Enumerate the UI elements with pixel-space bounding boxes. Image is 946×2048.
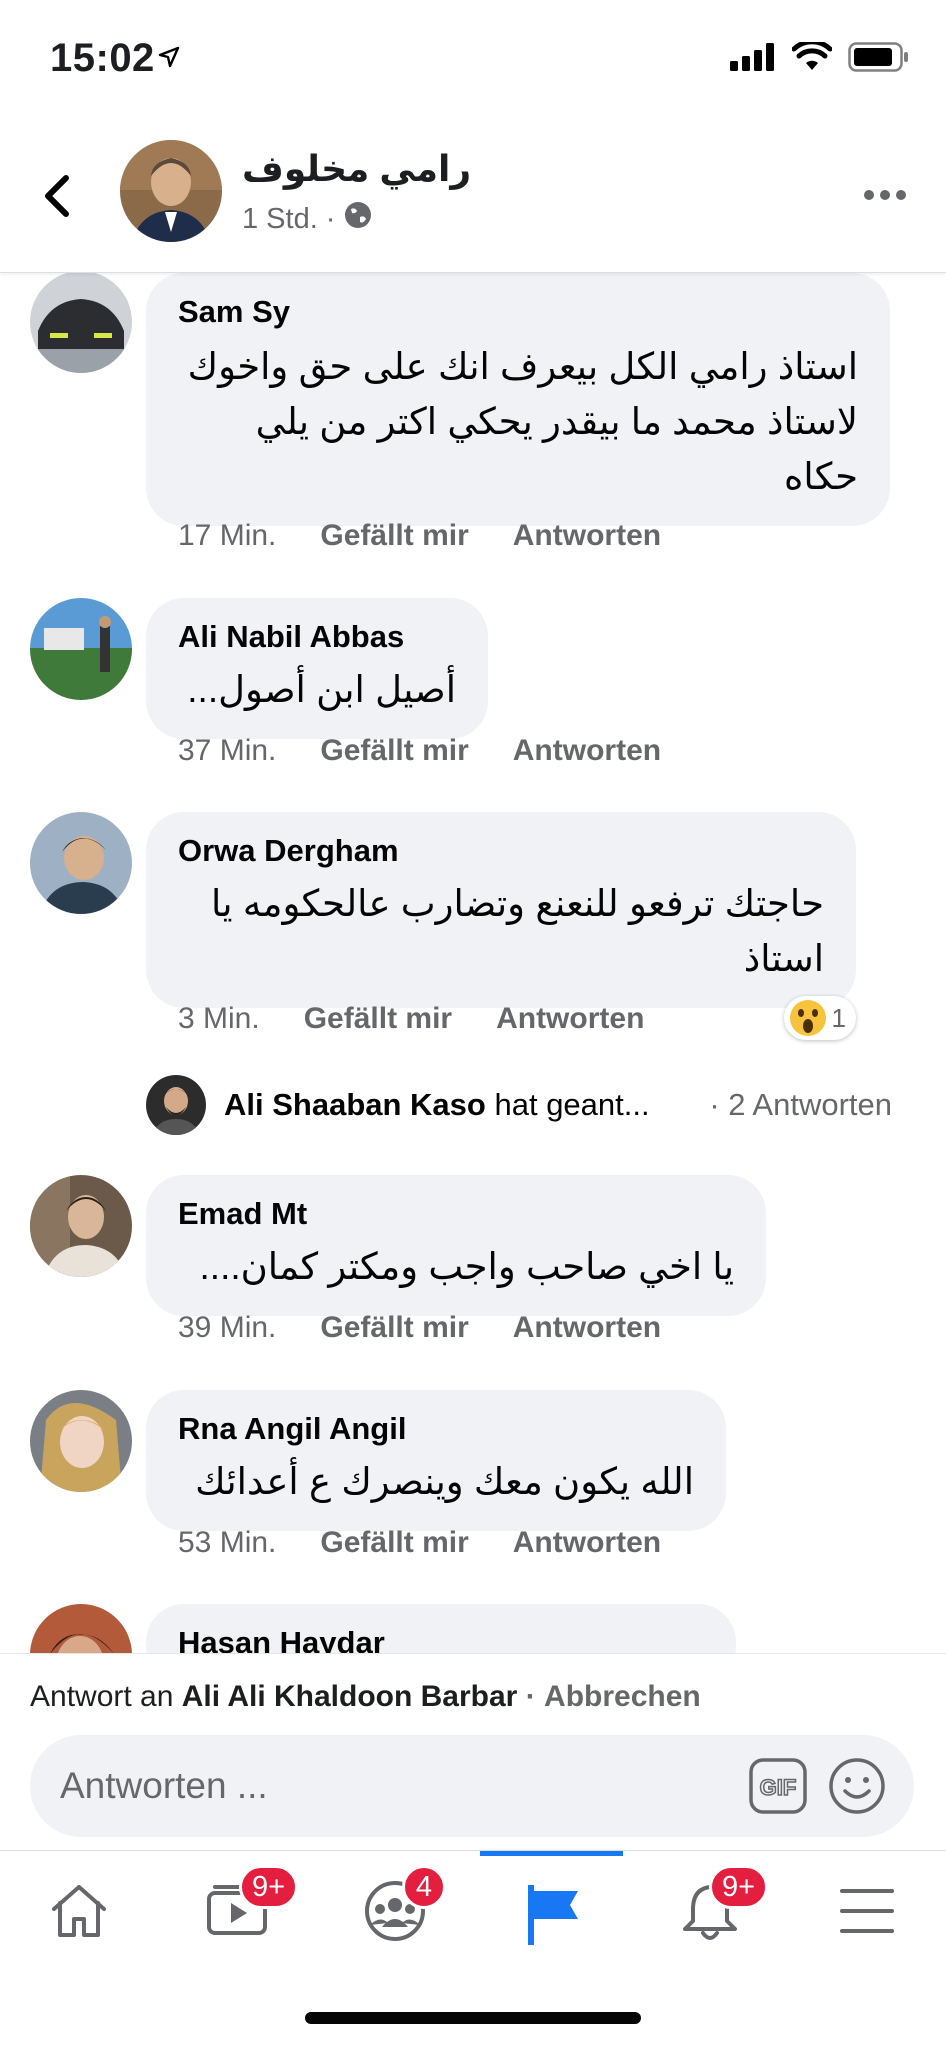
notifications-badge: 9+ [709,1865,769,1909]
home-icon [52,1885,106,1937]
comment-author[interactable]: Sam Sy [178,293,858,331]
post-header: رامي مخلوف 1 Std. · [0,118,946,273]
status-time: 15:02 [50,36,155,80]
reply-summary-text: Ali Shaaban Kaso hat geant... [224,1087,650,1123]
comment-text: يا اخي صاحب واجب ومكتر كمان.... [199,1246,734,1287]
comment-author[interactable]: Hasan Haydar [178,1624,704,1653]
comment-avatar[interactable] [30,273,132,373]
like-button[interactable]: Gefällt mir [320,1526,468,1560]
smiley-icon [829,1758,885,1814]
comment-time: 53 Min. [178,1526,277,1559]
comment-avatar[interactable] [30,812,132,914]
comment-text: الله يكون معك وينصرك ع أعدائك [195,1461,694,1502]
comment-bubble[interactable]: Rna Angil Angil الله يكون معك وينصرك ع أ… [146,1390,726,1531]
location-arrow-icon [158,46,180,73]
reply-author[interactable]: Ali Shaaban Kaso [224,1087,486,1122]
like-button[interactable]: Gefällt mir [320,734,468,768]
comment-text: أصيل ابن أصول... [187,669,456,710]
tab-groups[interactable]: 4 [314,1851,471,1971]
more-dots-icon [864,190,906,200]
comment-actions: 53 Min. Gefällt mir Antworten [178,1526,661,1560]
comment-bubble[interactable]: Hasan Haydar [146,1604,736,1653]
reply-to-prefix: Antwort an [30,1680,174,1713]
reply-button[interactable]: Antworten [513,734,661,768]
post-meta: 1 Std. · [242,200,373,238]
tab-watch[interactable]: 9+ [157,1851,314,1971]
like-button[interactable]: Gefällt mir [320,519,468,553]
tab-notifications[interactable]: 9+ [631,1851,788,1971]
comment-text: حاجتك ترفعو للنعنع وتضارب عالحكومه يا اس… [210,883,824,979]
tab-home[interactable] [0,1851,157,1971]
groups-badge: 4 [402,1865,446,1909]
comment-time: 3 Min. [178,1002,260,1035]
battery-icon [848,42,910,77]
reply-action-text: hat geant... [494,1087,650,1122]
signal-icon [730,43,776,76]
comment-actions: 17 Min. Gefällt mir Antworten [178,519,661,553]
reply-to-bar: Antwort an Ali Ali Khaldoon Barbar · Abb… [0,1653,946,1731]
comment-actions: 39 Min. Gefällt mir Antworten [178,1311,661,1345]
like-button[interactable]: Gefällt mir [320,1311,468,1345]
more-options-button[interactable] [862,180,908,210]
reply-avatar[interactable] [146,1075,206,1135]
comment-bubble[interactable]: Orwa Dergham حاجتك ترفعو للنعنع وتضارب ع… [146,812,856,1008]
comment-bubble[interactable]: Ali Nabil Abbas أصيل ابن أصول... [146,598,488,739]
comment-author[interactable]: Orwa Dergham [178,832,824,870]
status-bar: 15:02 [0,0,946,118]
gif-icon: GIF [749,1758,807,1814]
reply-to-name: Ali Ali Khaldoon Barbar [181,1680,518,1713]
comment-bubble[interactable]: Emad Mt يا اخي صاحب واجب ومكتر كمان.... [146,1175,766,1316]
reply-count[interactable]: · 2 Antworten [709,1087,892,1123]
gif-button[interactable]: GIF [748,1757,808,1815]
reply-button[interactable]: Antworten [513,1311,661,1345]
gif-label: GIF [760,1775,797,1800]
comment-time: 17 Min. [178,519,277,552]
comment-text: استاذ رامي الكل بيعرف انك على حق واخوك ل… [187,346,858,497]
emoji-button[interactable] [828,1757,886,1815]
like-button[interactable]: Gefällt mir [304,1002,452,1036]
reply-input[interactable]: Antworten ... [60,1765,268,1807]
chevron-left-icon [45,175,69,217]
comment-time: 37 Min. [178,734,277,767]
cancel-reply-button[interactable]: Abbrechen [544,1680,701,1713]
reaction-count: 1 [831,1002,846,1033]
reaction-badge[interactable]: 1 [783,996,856,1040]
author-avatar[interactable] [120,140,222,242]
reply-button[interactable]: Antworten [513,519,661,553]
wifi-icon [791,39,833,77]
comment-avatar[interactable] [30,1175,132,1277]
globe-icon [343,200,373,238]
reply-button[interactable]: Antworten [496,1002,644,1036]
watch-badge: 9+ [239,1865,299,1909]
reply-composer[interactable]: Antworten ... GIF [30,1735,914,1837]
comment-author[interactable]: Emad Mt [178,1195,734,1233]
tab-menu[interactable] [788,1851,945,1971]
back-button[interactable] [38,166,78,226]
meta-separator: · [325,202,336,235]
post-author-name[interactable]: رامي مخلوف [242,148,471,190]
wow-reaction-icon [789,1000,826,1036]
post-time: 1 Std. [242,202,318,235]
reply-button[interactable]: Antworten [513,1526,661,1560]
comment-author[interactable]: Rna Angil Angil [178,1410,694,1448]
comment-avatar[interactable] [30,1604,132,1653]
flag-icon [528,1885,578,1945]
comment-author[interactable]: Ali Nabil Abbas [178,618,456,656]
comment-bubble[interactable]: Sam Sy استاذ رامي الكل بيعرف انك على حق … [146,273,890,526]
comment-avatar[interactable] [30,1390,132,1492]
comments-list: Sam Sy استاذ رامي الكل بيعرف انك على حق … [0,273,946,1653]
comment-actions: 3 Min. Gefällt mir Antworten [178,1002,644,1036]
comment-time: 39 Min. [178,1311,277,1344]
comment-actions: 37 Min. Gefällt mir Antworten [178,734,661,768]
reply-summary[interactable]: Ali Shaaban Kaso hat geant... · 2 Antwor… [146,1073,926,1137]
reply-separator: · [525,1680,536,1713]
hamburger-menu-icon [840,1889,894,1933]
home-indicator [305,2012,641,2024]
comment-avatar[interactable] [30,598,132,700]
tab-pages[interactable] [474,1851,631,1971]
